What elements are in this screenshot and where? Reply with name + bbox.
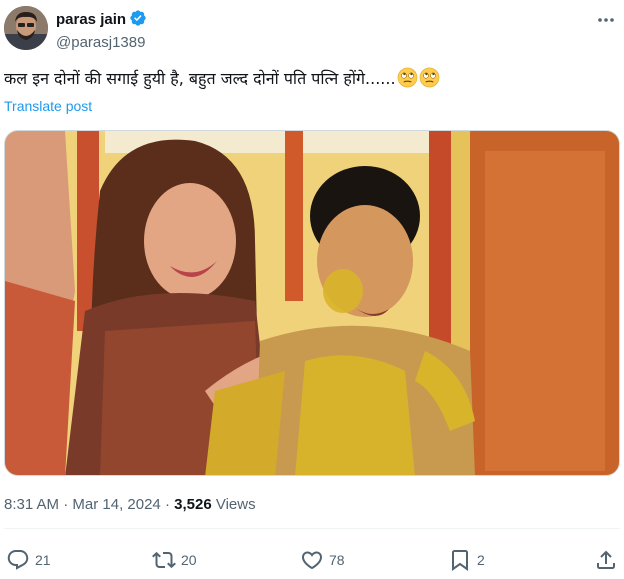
verified-badge-icon — [129, 9, 147, 32]
reply-icon — [7, 550, 29, 570]
reply-button[interactable]: 21 — [6, 546, 51, 574]
divider — [4, 528, 620, 529]
tweet-date[interactable]: Mar 14, 2024 — [72, 496, 160, 513]
views-label: Views — [215, 496, 256, 513]
tweet-time[interactable]: 8:31 AM — [4, 496, 59, 513]
tweet: paras jain @parasj1389 कल इन दोनों की सग… — [0, 0, 624, 579]
tweet-text: कल इन दोनों की सगाई हुयी है, बहुत जल्द द… — [4, 66, 616, 92]
media-image — [5, 131, 619, 475]
tweet-header: paras jain @parasj1389 — [4, 6, 620, 52]
translate-post-link[interactable]: Translate post — [4, 97, 92, 115]
meta-separator: · — [164, 496, 170, 513]
repost-count: 20 — [181, 552, 197, 568]
tweet-text-content: कल इन दोनों की सगाई हुयी है, बहुत जल्द द… — [4, 69, 396, 88]
views-count: 3,526 — [174, 496, 212, 513]
like-button[interactable]: 78 — [300, 546, 345, 574]
bookmark-button[interactable]: 2 — [448, 546, 485, 574]
tweet-meta: 8:31 AM · Mar 14, 2024 · 3,526 Views — [4, 495, 256, 515]
more-options-icon[interactable] — [594, 10, 618, 30]
share-icon — [597, 550, 615, 569]
avatar[interactable] — [4, 6, 48, 50]
heart-icon — [301, 551, 323, 570]
tweet-actions: 21 20 78 2 — [0, 546, 624, 574]
user-handle[interactable]: @parasj1389 — [56, 33, 147, 53]
share-button[interactable] — [594, 546, 623, 574]
bookmark-count: 2 — [477, 552, 485, 568]
bookmark-icon — [452, 550, 468, 571]
repost-icon — [152, 551, 176, 569]
reply-count: 21 — [35, 552, 51, 568]
user-info: paras jain @parasj1389 — [56, 9, 147, 53]
tweet-media-photo[interactable] — [4, 130, 620, 476]
face-with-rolling-eyes-emoji — [419, 67, 440, 88]
display-name[interactable]: paras jain — [56, 11, 126, 28]
avatar-image — [4, 6, 48, 50]
face-with-rolling-eyes-emoji — [397, 67, 418, 88]
repost-button[interactable]: 20 — [152, 546, 197, 574]
meta-separator: · — [63, 496, 69, 513]
like-count: 78 — [329, 552, 345, 568]
